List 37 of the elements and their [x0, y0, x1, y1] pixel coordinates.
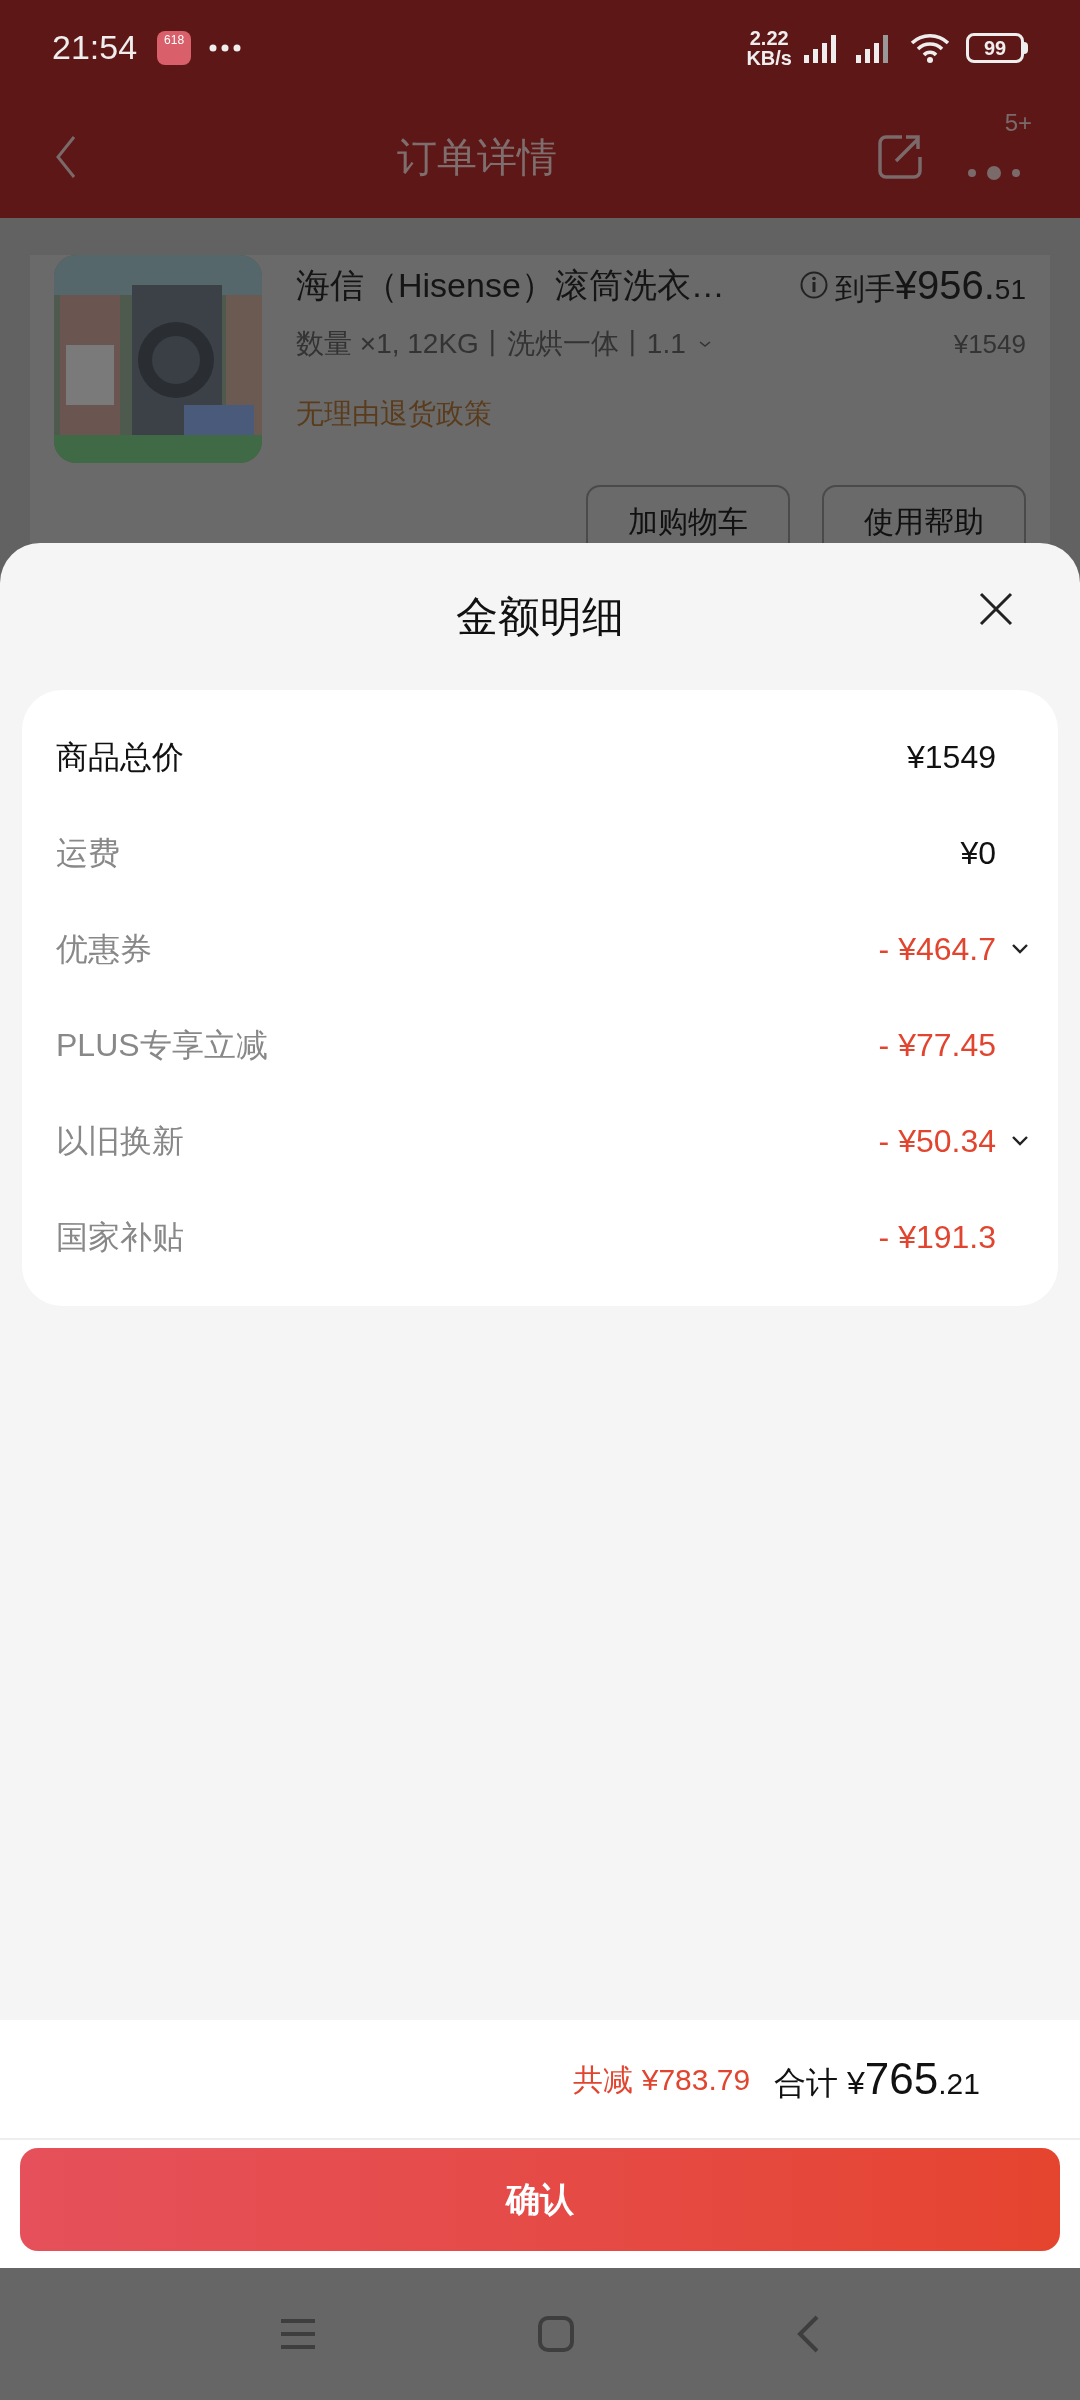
price-label: 商品总价 — [56, 738, 185, 777]
price-label: 国家补贴 — [56, 1218, 185, 1257]
info-icon[interactable] — [798, 270, 829, 300]
page-title: 订单详情 — [397, 133, 557, 181]
status-time: 21:54 — [52, 27, 138, 68]
confirm-button[interactable]: 确认 — [20, 2148, 1060, 2251]
more-icon[interactable] — [966, 164, 1022, 181]
price-amount: - ¥191.3 — [878, 1218, 996, 1257]
final-price: 到手¥956.51 — [834, 262, 1026, 309]
price-amount: ¥0 — [960, 834, 996, 873]
total-discount: 共减 ¥783.79 — [573, 2061, 751, 2098]
price-label: 运费 — [56, 834, 121, 873]
home-icon[interactable] — [537, 2315, 575, 2353]
product-name[interactable]: 海信（Hisense）滚筒洗衣… — [296, 259, 725, 311]
price-amount: - ¥77.45 — [878, 1026, 996, 1065]
price-amount: - ¥50.34 — [878, 1122, 996, 1161]
back-icon[interactable] — [795, 2314, 821, 2354]
price-label: 优惠券 — [56, 930, 153, 969]
price-amount: ¥1549 — [907, 738, 996, 777]
app-notification-icon: 618 — [157, 30, 192, 65]
original-price: ¥1549 — [953, 327, 1026, 361]
sheet-title: 金额明细 — [456, 592, 624, 642]
share-icon[interactable] — [876, 132, 924, 181]
wifi-icon — [910, 32, 950, 63]
close-icon[interactable] — [978, 591, 1014, 627]
network-speed: 2.22 KB/s — [746, 27, 792, 68]
chevron-down-icon[interactable] — [1010, 1135, 1030, 1147]
notification-count: 5+ — [1004, 107, 1032, 138]
menu-icon[interactable] — [279, 2317, 317, 2351]
price-amount: - ¥464.7 — [878, 930, 996, 969]
return-policy: 无理由退货政策 — [296, 397, 493, 431]
back-icon[interactable] — [54, 134, 78, 179]
price-label: 以旧换新 — [56, 1122, 185, 1161]
price-label: PLUS专享立减 — [56, 1026, 269, 1065]
total-amount: 合计 ¥765.21 — [774, 2053, 980, 2105]
chevron-down-icon[interactable] — [1010, 943, 1030, 955]
more-dots-icon — [209, 43, 242, 52]
